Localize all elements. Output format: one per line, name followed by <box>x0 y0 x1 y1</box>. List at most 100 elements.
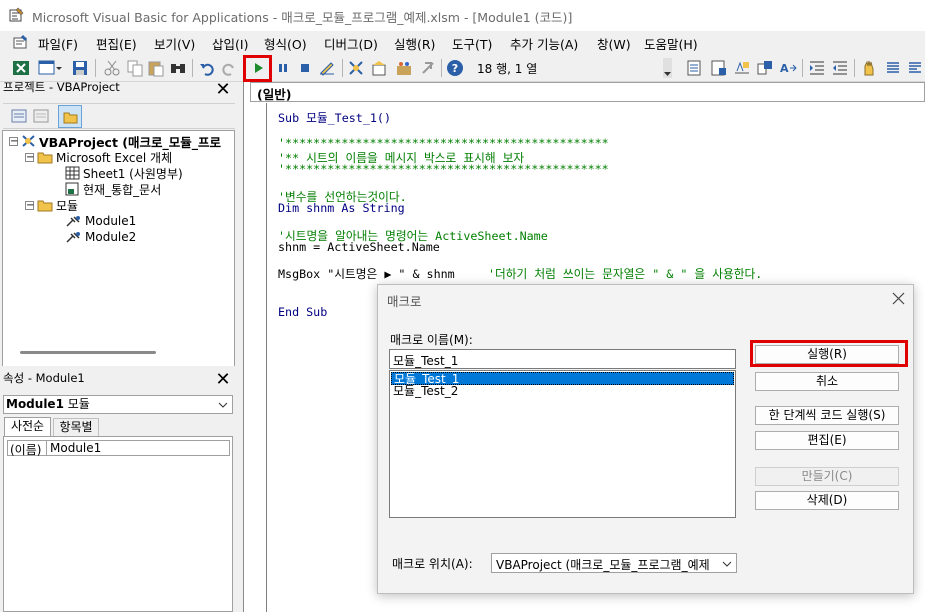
toolbar-overflow-icon[interactable] <box>663 58 672 78</box>
create-button[interactable]: 만들기(C) <box>755 467 899 486</box>
redo-icon[interactable] <box>220 59 238 77</box>
collapse-icon[interactable]: − <box>25 200 34 210</box>
chevron-down-icon <box>722 561 732 567</box>
menu-format[interactable]: 형식(O) <box>264 34 307 53</box>
paste-icon[interactable] <box>147 59 165 77</box>
menu-addins[interactable]: 추가 기능(A) <box>510 34 578 53</box>
toolbox-icon[interactable] <box>419 59 437 77</box>
object-selector-dropdown[interactable]: Module1 모듈 <box>3 395 233 414</box>
menu-tools[interactable]: 도구(T) <box>452 34 492 53</box>
title-bar: Microsoft Visual Basic for Applications … <box>0 0 925 31</box>
code-line: shnm = ActiveSheet.Name <box>278 240 440 254</box>
undo-icon[interactable] <box>198 59 216 77</box>
macro-list-item[interactable]: 모듈_Test_2 <box>391 385 734 398</box>
run-button[interactable]: 실행(R) <box>755 345 899 364</box>
edit-button[interactable]: 편집(E) <box>755 431 899 450</box>
close-icon[interactable]: ✕ <box>214 81 232 100</box>
code-line-comment: '더하기 처럼 쓰이는 문자열은 " & " 을 사용한다. <box>488 267 763 281</box>
tree-node-module2[interactable]: Module2 <box>65 229 136 245</box>
parameter-info-icon[interactable] <box>756 59 774 77</box>
save-icon[interactable] <box>71 59 89 77</box>
macro-name-label: 매크로 이름(M): <box>390 333 473 347</box>
tree-node-excel-objects[interactable]: − Microsoft Excel 개체 <box>25 149 172 165</box>
find-icon[interactable] <box>169 59 187 77</box>
close-icon[interactable] <box>892 292 905 305</box>
list-properties-icon[interactable] <box>686 59 704 77</box>
menu-debug[interactable]: 디버그(D) <box>324 34 378 53</box>
toolbar-separator <box>802 59 803 77</box>
vbaproject-icon <box>22 135 35 147</box>
insert-userform-icon[interactable] <box>38 59 62 77</box>
menu-window[interactable]: 창(W) <box>597 34 631 53</box>
menu-edit[interactable]: 편집(E) <box>96 34 137 53</box>
indent-icon[interactable] <box>808 59 826 77</box>
tree-node-vbaproject[interactable]: − VBAProject (매크로_모듈_프로 <box>9 133 221 150</box>
macro-name-value: 모듈_Test_1 <box>393 354 459 368</box>
menu-run[interactable]: 실행(R) <box>394 34 435 53</box>
toggle-breakpoint-icon[interactable] <box>860 59 878 77</box>
complete-word-icon[interactable]: A <box>779 59 797 77</box>
tree-node-modules[interactable]: − 모듈 <box>25 197 78 213</box>
tree-label-workbook: 현재_통합_문서 <box>83 182 162 197</box>
cancel-button[interactable]: 취소 <box>755 372 899 391</box>
properties-window-icon[interactable] <box>371 59 389 77</box>
toolbar-separator <box>342 59 343 77</box>
macro-location-value: VBAProject (매크로_모듈_프로그램_예제 <box>496 558 710 572</box>
folder-open-icon <box>37 152 53 163</box>
property-grid: (이름) Module1 <box>3 436 233 612</box>
object-browser-icon[interactable] <box>395 59 413 77</box>
property-row-name[interactable]: (이름) Module1 <box>7 440 230 457</box>
quick-info-icon[interactable] <box>733 59 751 77</box>
module-icon <box>66 216 80 227</box>
object-name: Module1 <box>6 397 64 411</box>
view-code-icon[interactable] <box>11 109 27 123</box>
collapse-icon[interactable]: − <box>9 136 18 146</box>
chevron-down-icon <box>218 402 228 408</box>
macro-location-dropdown[interactable]: VBAProject (매크로_모듈_프로그램_예제 <box>491 553 737 573</box>
step-into-button[interactable]: 한 단계씩 코드 실행(S) <box>755 406 899 425</box>
outdent-icon[interactable] <box>831 59 849 77</box>
object-combo-value: (일반) <box>257 87 292 102</box>
tree-node-module1[interactable]: Module1 <box>65 213 136 229</box>
collapse-icon[interactable]: − <box>25 152 34 162</box>
comment-block-icon[interactable] <box>884 59 902 77</box>
toolbar-separator <box>854 59 855 77</box>
vba-app-icon <box>9 7 24 22</box>
delete-button[interactable]: 삭제(D) <box>755 491 899 510</box>
property-value: Module1 <box>50 441 102 455</box>
project-pane-toolbar <box>3 103 235 129</box>
menu-help[interactable]: 도움말(H) <box>644 34 698 53</box>
excel-icon[interactable] <box>12 59 30 77</box>
reset-icon[interactable] <box>296 59 314 77</box>
menu-view[interactable]: 보기(V) <box>154 34 195 53</box>
property-divider <box>46 440 47 456</box>
macro-name-input[interactable]: 모듈_Test_1 <box>389 349 736 369</box>
design-mode-icon[interactable] <box>318 59 336 77</box>
close-icon[interactable]: ✕ <box>214 371 232 390</box>
break-icon[interactable] <box>274 59 292 77</box>
tree-horizontal-scrollbar[interactable] <box>20 351 156 354</box>
object-combo[interactable]: (일반) <box>250 82 925 102</box>
list-constants-icon[interactable] <box>710 59 728 77</box>
project-pane-title: 프로젝트 - VBAProject <box>3 80 120 94</box>
menu-insert[interactable]: 삽입(I) <box>212 34 248 53</box>
menu-file[interactable]: 파일(F) <box>38 34 78 53</box>
help-icon[interactable]: ? <box>446 59 464 77</box>
project-tree[interactable]: − VBAProject (매크로_모듈_프로 − Microsoft Exce… <box>2 130 235 367</box>
run-macro-icon[interactable] <box>249 59 267 77</box>
tab-alphabetic[interactable]: 사전순 <box>4 417 51 436</box>
cut-icon[interactable] <box>103 59 121 77</box>
macro-list[interactable]: 모듈_Test_1 모듈_Test_2 <box>389 370 736 518</box>
tree-node-workbook[interactable]: 현재_통합_문서 <box>65 181 161 197</box>
view-object-icon[interactable] <box>33 109 49 123</box>
uncomment-block-icon[interactable] <box>906 59 924 77</box>
project-explorer-icon[interactable] <box>347 59 365 77</box>
toggle-folders-button[interactable] <box>58 105 82 128</box>
standard-toolbar: ? 18 행, 1 열 A <box>0 54 925 82</box>
vba-menu-icon[interactable] <box>13 34 29 50</box>
tree-node-sheet1[interactable]: Sheet1 (사원명부) <box>65 165 183 181</box>
copy-icon[interactable] <box>126 59 144 77</box>
tab-categorized[interactable]: 항목별 <box>53 418 99 436</box>
code-line: End Sub <box>278 305 328 319</box>
folder-open-icon <box>37 200 53 211</box>
